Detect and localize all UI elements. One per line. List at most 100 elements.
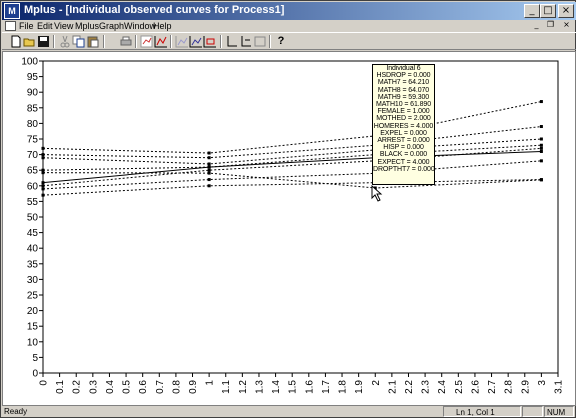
menu-graph[interactable]: Graph bbox=[99, 20, 124, 32]
y-tick-label: 75 bbox=[27, 135, 39, 146]
y-tick-label: 85 bbox=[27, 103, 39, 114]
x-tick-label: 1.6 bbox=[304, 380, 315, 394]
tooltip-line: ARREST = 0.000 bbox=[377, 137, 430, 145]
tooltip-line: MATH8 = 64.070 bbox=[377, 86, 430, 94]
menu-edit[interactable]: Edit bbox=[37, 20, 53, 32]
series-line-9 bbox=[42, 179, 542, 196]
x-tick-label: 1.9 bbox=[354, 380, 365, 394]
document-icon[interactable] bbox=[5, 21, 16, 31]
toolbar-separator bbox=[170, 35, 172, 48]
save-icon[interactable] bbox=[37, 35, 51, 48]
x-tick-label: 0 bbox=[39, 380, 50, 386]
y-tick-label: 30 bbox=[27, 275, 39, 286]
tooltip-line: BLACK = 0.000 bbox=[379, 151, 428, 159]
data-tooltip: Individual 6 HSDROP = 0.000 MATH7 = 64.2… bbox=[372, 64, 435, 185]
maximize-button[interactable]: □ bbox=[540, 4, 556, 18]
open-icon[interactable] bbox=[23, 35, 37, 48]
x-tick-label: 0.5 bbox=[122, 380, 133, 394]
x-tick-label: 2.7 bbox=[487, 380, 498, 394]
x-tick-label: 2.3 bbox=[421, 380, 432, 394]
status-cursor-position: Ln 1, Col 1 bbox=[443, 406, 521, 417]
status-numlock: NUM bbox=[544, 406, 574, 417]
data-point bbox=[41, 156, 45, 160]
toolbar-separator bbox=[269, 35, 271, 48]
tooltip-line: MATH7 = 64.210 bbox=[377, 79, 430, 87]
status-panel bbox=[522, 406, 543, 417]
data-point bbox=[207, 165, 211, 169]
help-icon[interactable]: ? bbox=[274, 35, 288, 48]
axis2-icon[interactable] bbox=[239, 35, 253, 48]
doc-close-button[interactable]: × bbox=[560, 21, 573, 31]
data-point bbox=[41, 146, 45, 150]
y-tick-label: 60 bbox=[27, 181, 39, 192]
menu-mplus[interactable]: Mplus bbox=[75, 20, 99, 32]
paste-icon[interactable] bbox=[86, 35, 100, 48]
y-tick-label: 45 bbox=[27, 228, 39, 239]
data-point bbox=[41, 181, 45, 185]
status-bar: Ready Ln 1, Col 1 NUM bbox=[2, 406, 576, 418]
toolbar: ? bbox=[2, 32, 576, 50]
y-tick-label: 50 bbox=[27, 213, 39, 224]
toolbar-separator bbox=[135, 35, 137, 48]
axis-icon[interactable] bbox=[225, 35, 239, 48]
doc-minimize-button[interactable]: _ bbox=[530, 21, 543, 31]
print-icon[interactable] bbox=[119, 35, 133, 48]
menu-bar: File Edit View Mplus Graph Window Help _… bbox=[2, 20, 576, 32]
x-tick-label: 3 bbox=[537, 380, 548, 386]
x-tick-label: 0.3 bbox=[88, 380, 99, 394]
x-tick-label: 1.7 bbox=[321, 380, 332, 394]
y-tick-label: 95 bbox=[27, 72, 39, 83]
chart-icon[interactable] bbox=[140, 35, 154, 48]
title-bar[interactable]: M Mplus - [Individual observed curves fo… bbox=[2, 2, 576, 20]
data-point bbox=[207, 184, 211, 188]
data-point bbox=[207, 156, 211, 160]
x-tick-label: 0.1 bbox=[55, 380, 66, 394]
data-point bbox=[539, 159, 543, 163]
minimize-button[interactable]: _ bbox=[524, 4, 540, 18]
cut-icon[interactable] bbox=[58, 35, 72, 48]
data-point bbox=[207, 178, 211, 182]
series-line-5 bbox=[42, 150, 542, 184]
copy-icon[interactable] bbox=[72, 35, 86, 48]
chart2-icon[interactable] bbox=[154, 35, 168, 48]
data-point bbox=[539, 143, 543, 147]
menu-window[interactable]: Window bbox=[124, 20, 156, 32]
y-tick-label: 100 bbox=[21, 57, 38, 68]
data-point bbox=[539, 137, 543, 141]
line-chart-icon[interactable] bbox=[189, 35, 203, 48]
data-point bbox=[207, 151, 211, 155]
y-tick-label: 0 bbox=[32, 369, 38, 380]
menu-view[interactable]: View bbox=[54, 20, 73, 32]
x-tick-label: 1.5 bbox=[288, 380, 299, 394]
status-ready-text: Ready bbox=[4, 407, 28, 416]
toolbar-separator bbox=[53, 35, 55, 48]
tooltip-line: DROPTHT7 = 0.000 bbox=[373, 165, 435, 173]
tooltip-line: HSDROP = 0.000 bbox=[376, 72, 431, 80]
data-point bbox=[539, 125, 543, 129]
x-tick-label: 1.8 bbox=[338, 380, 349, 394]
tooltip-line: EXPEL = 0.000 bbox=[380, 129, 427, 137]
y-tick-label: 5 bbox=[32, 353, 38, 364]
menu-file[interactable]: File bbox=[19, 20, 34, 32]
new-icon[interactable] bbox=[9, 35, 23, 48]
x-tick-label: 0.9 bbox=[188, 380, 199, 394]
chart-options-icon[interactable] bbox=[203, 35, 217, 48]
y-tick-label: 35 bbox=[27, 259, 39, 270]
tooltip-line: MATH10 = 61.890 bbox=[376, 101, 431, 109]
x-tick-label: 2.2 bbox=[404, 380, 415, 394]
x-tick-label: 3.1 bbox=[554, 380, 565, 394]
x-tick-label: 0.2 bbox=[72, 380, 83, 394]
graph-area[interactable]: 0 5 10 15 20 25 30 35 40 45 50 55 60 65 70 75 80 85 90 95 10… bbox=[2, 51, 576, 406]
bar-chart-icon[interactable] bbox=[175, 35, 189, 48]
menu-help[interactable]: Help bbox=[153, 20, 172, 32]
data-point bbox=[539, 149, 543, 153]
axis3-icon[interactable] bbox=[253, 35, 267, 48]
close-button[interactable]: × bbox=[558, 4, 574, 18]
x-tick-label: 2.6 bbox=[470, 380, 481, 394]
window-title: Mplus - [Individual observed curves for … bbox=[24, 4, 285, 16]
tooltip-line: HISP = 0.000 bbox=[383, 144, 424, 152]
y-tick-label: 80 bbox=[27, 119, 39, 130]
x-tick-label: 0.4 bbox=[105, 380, 116, 394]
plot-frame bbox=[42, 60, 559, 374]
doc-restore-button[interactable]: ❐ bbox=[544, 21, 557, 31]
